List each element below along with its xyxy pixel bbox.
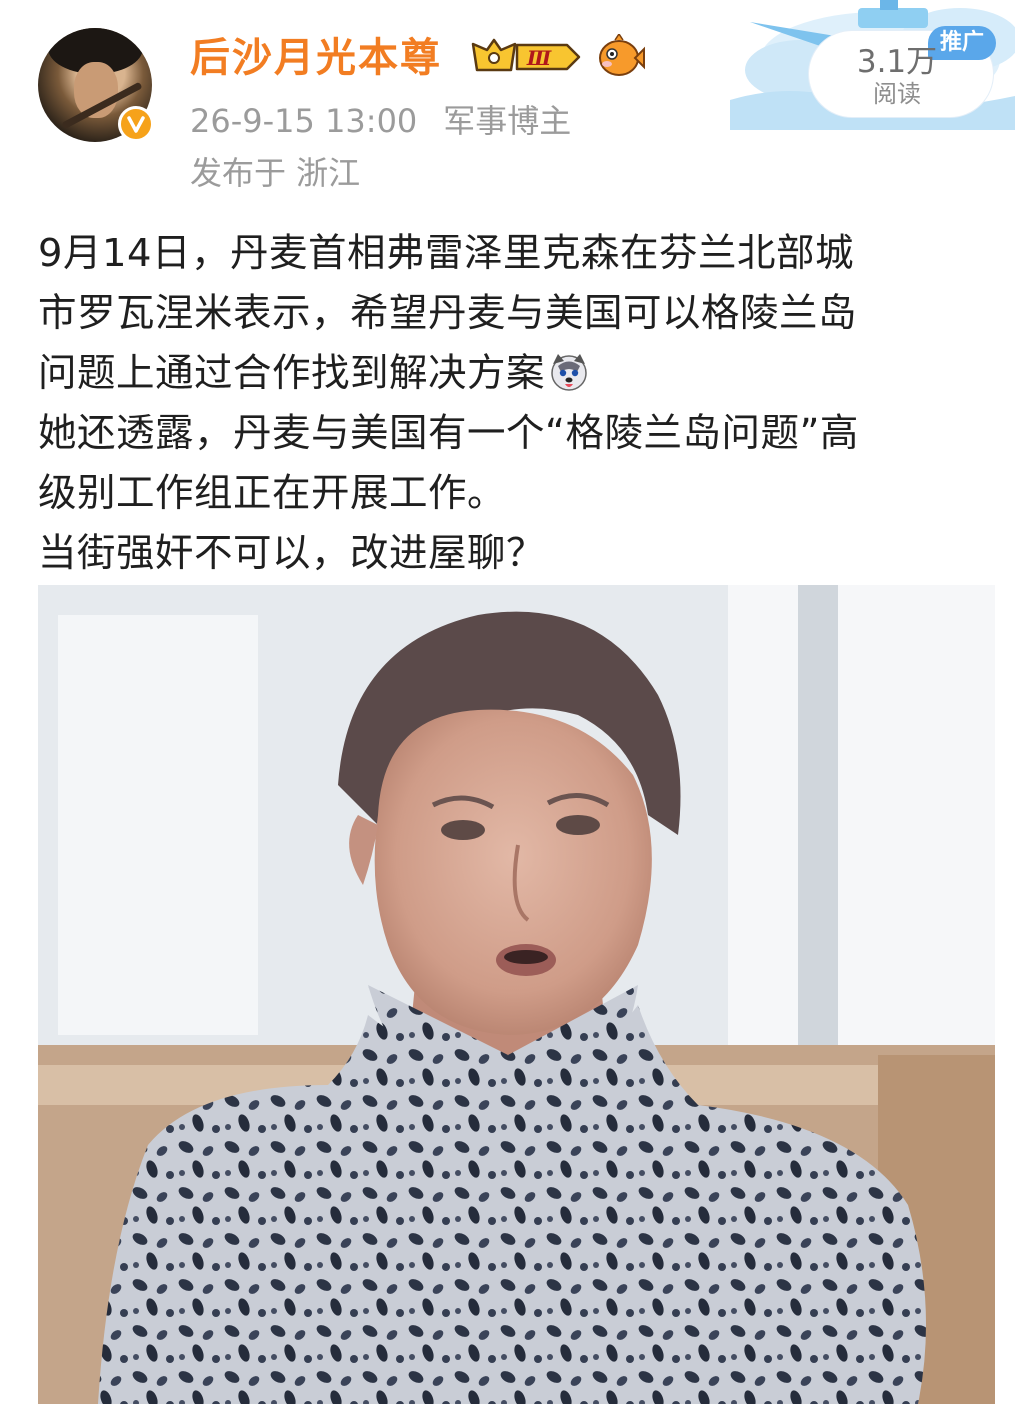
husky-dog-emoji-icon (549, 350, 589, 391)
post-header: 后沙月光本尊 Ⅲ 26-9-15 13:00 军事博主 发布于 浙江 推广 3.… (0, 0, 1015, 205)
member-level-text: Ⅲ (526, 46, 552, 70)
post-line: 市罗瓦涅米表示，希望丹麦与美国可以格陵兰岛 (38, 291, 858, 336)
read-count: 3.1万 (856, 44, 938, 80)
post-body: 9月14日，丹麦首相弗雷泽里克森在芬兰北部城 市罗瓦涅米表示，希望丹麦与美国可以… (38, 224, 983, 584)
author-category: 军事博主 (443, 102, 572, 140)
post-line-text: 问题上通过合作找到解决方案 (38, 351, 546, 396)
read-label: 阅读 (873, 80, 921, 108)
post-datetime: 26-9-15 13:00 (190, 102, 418, 140)
post-line: 问题上通过合作找到解决方案 (38, 344, 983, 404)
fish-emoji-icon (595, 32, 645, 80)
verified-v-icon (118, 106, 154, 142)
post-image-illustration (38, 585, 995, 1404)
post-meta: 26-9-15 13:00 军事博主 (190, 100, 571, 142)
post-line: 级别工作组正在开展工作。 (38, 471, 507, 516)
post-line: 9月14日，丹麦首相弗雷泽里克森在芬兰北部城 (38, 231, 854, 276)
post-line: 她还透露，丹麦与美国有一个“格陵兰岛问题”高 (38, 411, 859, 456)
member-level-badge[interactable]: Ⅲ (467, 38, 585, 76)
post-line: 当街强奸不可以，改进屋聊？ (38, 531, 546, 576)
post-image[interactable] (38, 585, 995, 1404)
post-location: 发布于 浙江 (190, 154, 361, 192)
author-name[interactable]: 后沙月光本尊 (190, 32, 442, 84)
